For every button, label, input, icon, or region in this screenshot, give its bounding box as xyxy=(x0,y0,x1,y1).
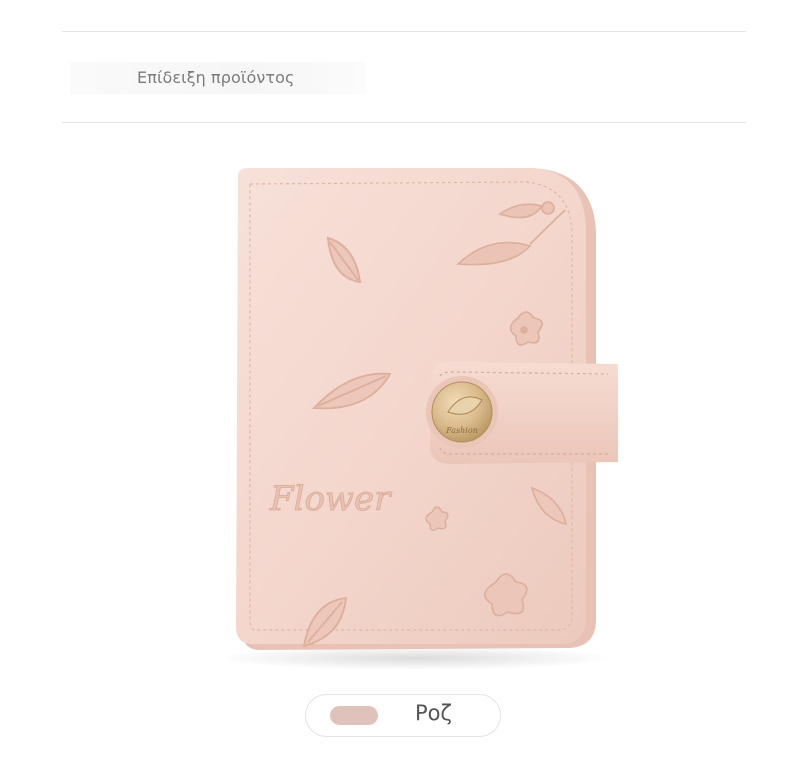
product-page: Επίδειξη προϊόντος Flower Fashion Ροζ xyxy=(0,0,800,784)
button-brand-text: Fashion xyxy=(445,426,478,435)
pink-leather-card-wallet-icon: Flower Fashion xyxy=(215,168,618,670)
section-heading: Επίδειξη προϊόντος xyxy=(137,68,295,87)
embossed-flower-text: Flower xyxy=(269,479,392,519)
divider-top xyxy=(62,31,746,32)
divider-bottom xyxy=(62,122,746,123)
color-swatch xyxy=(330,706,378,725)
color-option-label: Ροζ xyxy=(415,701,452,725)
color-option-pink[interactable]: Ροζ xyxy=(305,694,501,737)
product-image: Flower Fashion xyxy=(200,150,640,670)
